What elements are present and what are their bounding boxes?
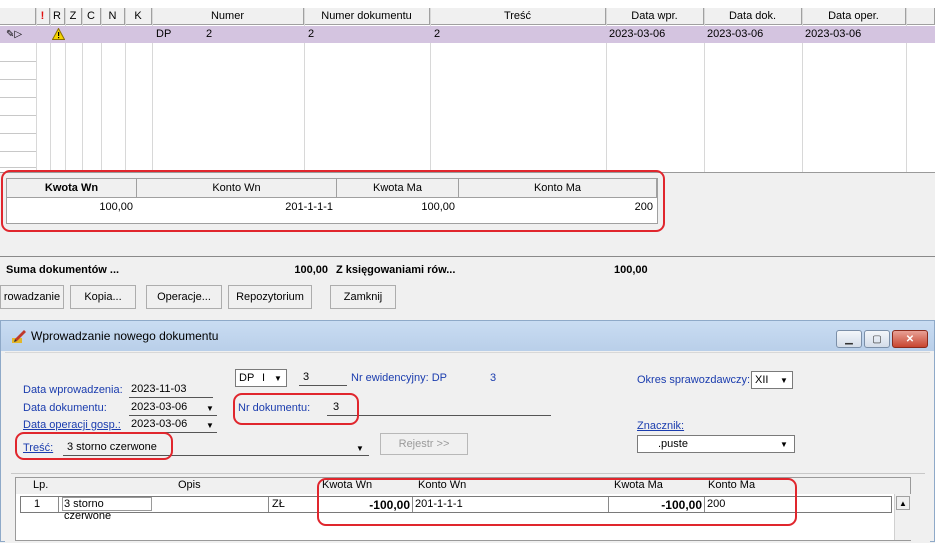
scroll-up-icon[interactable]: ▲ (896, 496, 910, 510)
okres-value: XII (755, 374, 769, 386)
numer-value: 3 (303, 371, 310, 383)
data-wprowadzenia-label: Data wprowadzenia: (23, 384, 123, 396)
col-header-data-oper[interactable]: Data oper. (802, 8, 906, 25)
typ-value: DP (239, 372, 255, 384)
col-header-numer[interactable]: Numer (152, 8, 304, 25)
chevron-down-icon[interactable]: ▼ (203, 401, 217, 415)
summary-label-postings: Z księgowaniami rów... (336, 264, 456, 276)
typ-select[interactable]: DP I ▼ (235, 369, 287, 387)
dialog-title: Wprowadzanie nowego dokumentu (31, 329, 219, 343)
chevron-down-icon[interactable]: ▼ (203, 418, 217, 432)
dialog-titlebar[interactable]: Wprowadzanie nowego dokumentu ▁ ▢ ✕ (1, 321, 934, 351)
highlight-amounts (317, 478, 797, 526)
entry-waluta: ZŁ (272, 498, 285, 510)
data-dokumentu-value: 2023-03-06 (131, 401, 188, 413)
col-header-k[interactable]: K (125, 8, 152, 25)
entries-header-opis: Opis (178, 479, 201, 491)
highlight-tresc (15, 432, 173, 460)
row-edit-icon[interactable]: ✎▷ (6, 26, 22, 43)
row-numer-prefix: DP (156, 28, 172, 40)
numer-field[interactable]: 3 (299, 370, 347, 386)
okres-label: Okres sprawozdawczy: (637, 374, 751, 386)
entries-scrollbar[interactable]: ▲ (894, 494, 911, 540)
chevron-down-icon[interactable]: ▼ (353, 441, 367, 455)
row-data-oper: 2023-03-06 (805, 28, 862, 40)
grid-corner (0, 8, 36, 25)
minimize-icon[interactable]: ▁ (836, 330, 862, 348)
operacje-button[interactable]: Operacje... (146, 285, 222, 309)
znacznik-value: .puste (658, 438, 688, 450)
data-dokumentu-field[interactable]: 2023-03-06 ▼ (129, 400, 217, 416)
row-data-wpr: 2023-03-06 (609, 28, 666, 40)
col-header-z[interactable]: Z (65, 8, 82, 25)
col-header-c[interactable]: C (82, 8, 101, 25)
documents-grid: ! R Z C N K Numer Numer dokumentu Treść … (0, 0, 935, 173)
row-data-dok: 2023-03-06 (707, 28, 764, 40)
new-document-dialog: Wprowadzanie nowego dokumentu ▁ ▢ ✕ DP I… (0, 320, 935, 543)
znacznik-label: Znacznik: (637, 420, 685, 432)
nr-ewidencyjny-label: Nr ewidencyjny: DP (351, 372, 447, 384)
col-header-tresc[interactable]: Treść (430, 8, 606, 25)
data-dokumentu-label: Data dokumentu: (23, 402, 107, 414)
row-numer-dokumentu: 2 (308, 28, 315, 40)
okres-select[interactable]: XII ▼ (751, 371, 793, 389)
data-wprowadzenia-value: 2023-11-03 (131, 383, 187, 395)
data-operacji-label[interactable]: Data operacji gosp.: (23, 419, 121, 431)
row-numer: 2 (206, 28, 213, 40)
highlight-postings (1, 170, 665, 232)
col-header-numer-dokumentu[interactable]: Numer dokumentu (304, 8, 430, 25)
kopia-button[interactable]: Kopia... (70, 285, 136, 309)
col-header-data-dok[interactable]: Data dok. (704, 8, 802, 25)
entry-opis[interactable]: 3 storno czerwone (62, 497, 152, 522)
col-header-r[interactable]: R (50, 8, 65, 25)
warning-icon (51, 27, 66, 40)
data-operacji-value: 2023-03-06 (131, 418, 188, 430)
col-header-n[interactable]: N (101, 8, 125, 25)
wprowadzanie-button[interactable]: rowadzanie (0, 285, 64, 309)
col-header-extra[interactable] (906, 8, 935, 25)
zamknij-button[interactable]: Zamknij (330, 285, 396, 309)
repozytorium-button[interactable]: Repozytorium (228, 285, 312, 309)
data-wprowadzenia-field[interactable]: 2023-11-03 (129, 382, 213, 398)
znacznik-select[interactable]: .puste ▼ (637, 435, 795, 453)
close-icon[interactable]: ✕ (892, 330, 928, 348)
rejestr-button[interactable]: Rejestr >> (380, 433, 468, 455)
typ-sub-value: I (262, 372, 266, 384)
maximize-icon[interactable]: ▢ (864, 330, 890, 348)
entry-lp: 1 (34, 498, 41, 510)
pen-icon (11, 328, 27, 344)
table-row[interactable] (0, 26, 935, 43)
entries-header-lp: Lp. (33, 479, 49, 491)
summary-value-postings: 100,00 (614, 264, 648, 276)
col-header-data-wpr[interactable]: Data wpr. (606, 8, 704, 25)
summary-label-documents: Suma dokumentów ... (6, 264, 120, 276)
nr-dokumentu-field[interactable]: 3 (327, 400, 551, 416)
col-header-alert[interactable]: ! (36, 8, 50, 25)
nr-ewidencyjny-value: 3 (490, 372, 497, 384)
chevron-down-icon[interactable]: ▼ (271, 371, 285, 385)
highlight-nr-dokumentu (233, 393, 359, 425)
summary-value-documents: 100,00 (294, 264, 328, 276)
chevron-down-icon[interactable]: ▼ (777, 437, 791, 451)
chevron-down-icon[interactable]: ▼ (777, 373, 791, 387)
row-tresc: 2 (434, 28, 441, 40)
data-operacji-field[interactable]: 2023-03-06 ▼ (129, 417, 217, 433)
